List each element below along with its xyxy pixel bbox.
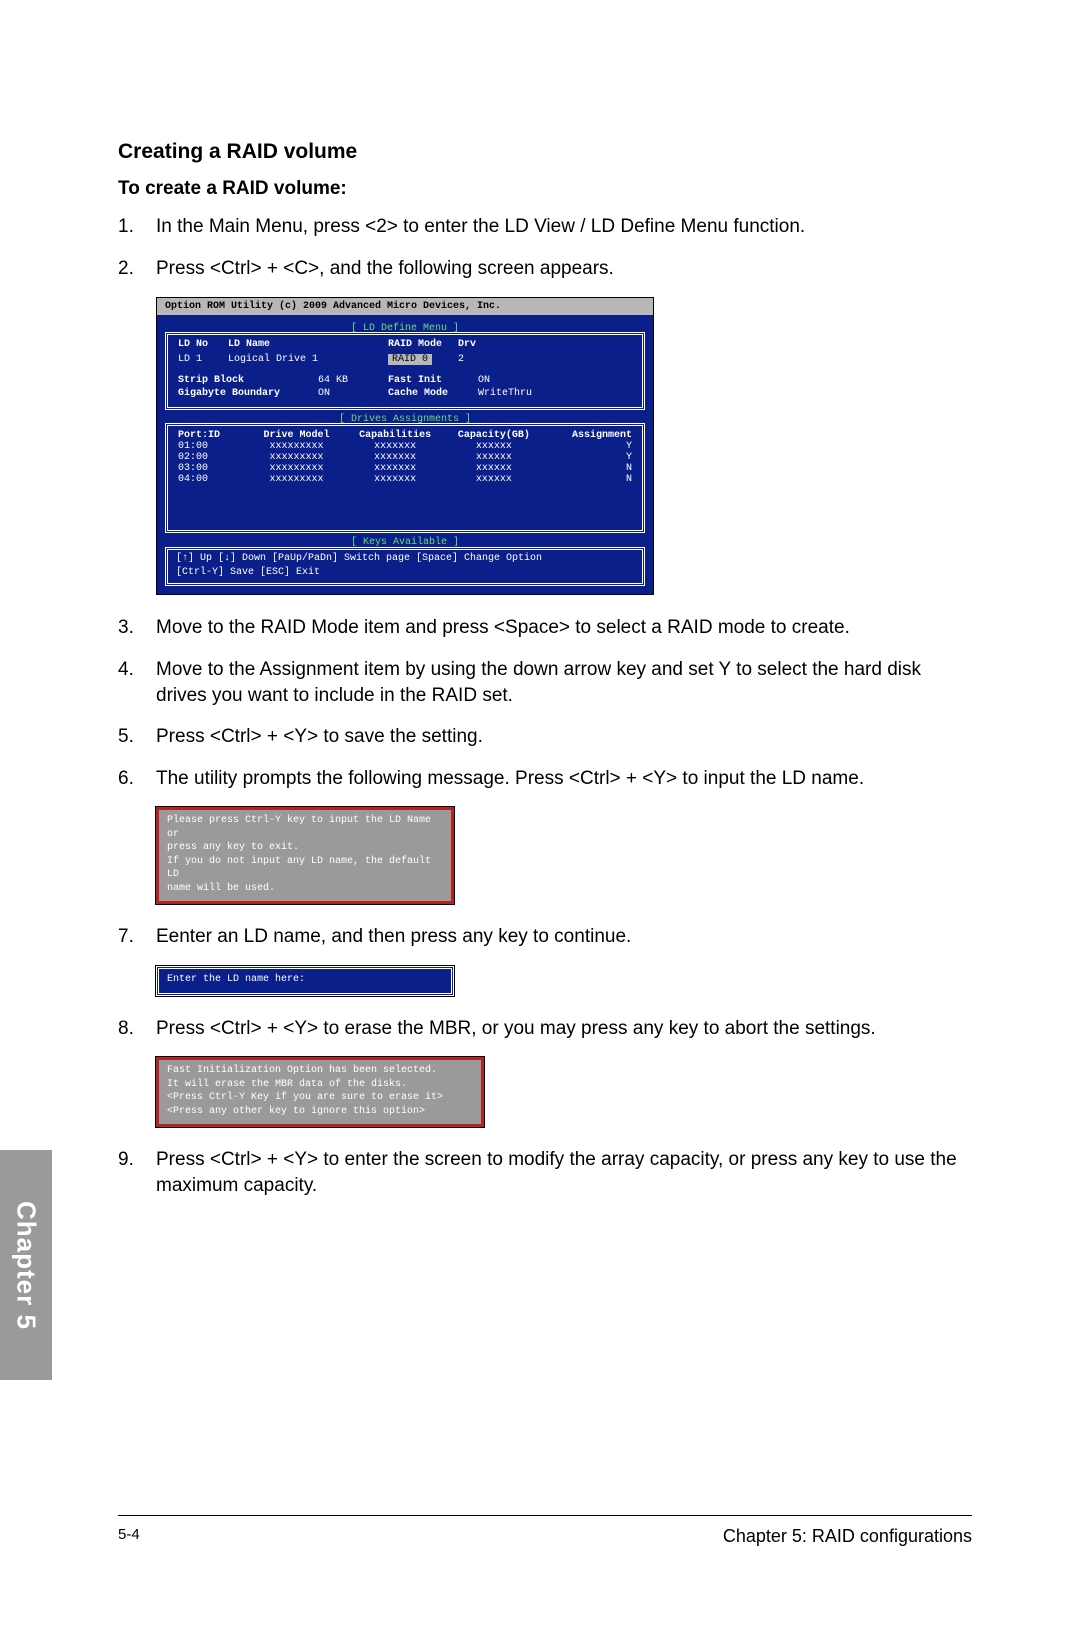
step-9: 9.Press <Ctrl> + <Y> to enter the screen…	[118, 1147, 972, 1198]
ld-define-box: LD No LD Name RAID Mode Drv LD 1 Logical…	[165, 332, 645, 410]
step-8: 8.Press <Ctrl> + <Y> to erase the MBR, o…	[118, 1016, 972, 1042]
raid-mode-value: RAID 0	[388, 354, 432, 365]
step-1: 1.In the Main Menu, press <2> to enter t…	[118, 214, 972, 240]
step-2: 2.Press <Ctrl> + <C>, and the following …	[118, 256, 972, 282]
step-5: 5.Press <Ctrl> + <Y> to save the setting…	[118, 724, 972, 750]
step-list-cont: 3.Move to the RAID Mode item and press <…	[118, 615, 972, 791]
bios-title-bar: Option ROM Utility (c) 2009 Advanced Mic…	[157, 298, 653, 315]
drive-row: 03:00xxxxxxxxxxxxxxxxxxxxxxN	[178, 463, 632, 474]
drive-row: 02:00xxxxxxxxxxxxxxxxxxxxxxY	[178, 452, 632, 463]
page-number: 5-4	[118, 1526, 140, 1547]
step-4: 4.Move to the Assignment item by using t…	[118, 657, 972, 708]
dialog-ld-name-prompt: Please press Ctrl-Y key to input the LD …	[156, 807, 454, 904]
dialog-enter-ld-name: Enter the LD name here:	[156, 966, 454, 996]
page-footer: 5-4 Chapter 5: RAID configurations	[118, 1515, 972, 1547]
drive-row: 04:00xxxxxxxxxxxxxxxxxxxxxxN	[178, 474, 632, 485]
step-6: 6.The utility prompts the following mess…	[118, 766, 972, 792]
step-list-cont3: 8.Press <Ctrl> + <Y> to erase the MBR, o…	[118, 1016, 972, 1042]
step-3: 3.Move to the RAID Mode item and press <…	[118, 615, 972, 641]
drive-row: 01:00xxxxxxxxxxxxxxxxxxxxxxY	[178, 441, 632, 452]
step-list-cont2: 7.Eenter an LD name, and then press any …	[118, 924, 972, 950]
drives-box: Port:ID Drive Model Capabilities Capacit…	[165, 423, 645, 533]
step-list-cont4: 9.Press <Ctrl> + <Y> to enter the screen…	[118, 1147, 972, 1198]
step-7: 7.Eenter an LD name, and then press any …	[118, 924, 972, 950]
keys-box: [↑] Up [↓] Down [PaUp/PaDn] Switch page …	[165, 547, 645, 586]
dialog-fast-init: Fast Initialization Option has been sele…	[156, 1057, 484, 1127]
chapter-title: Chapter 5: RAID configurations	[723, 1526, 972, 1547]
step-list: 1.In the Main Menu, press <2> to enter t…	[118, 214, 972, 281]
section-subheading: To create a RAID volume:	[118, 178, 972, 200]
section-heading: Creating a RAID volume	[118, 140, 972, 164]
bios-screenshot: Option ROM Utility (c) 2009 Advanced Mic…	[156, 297, 654, 595]
chapter-tab: Chapter 5	[0, 1150, 52, 1380]
